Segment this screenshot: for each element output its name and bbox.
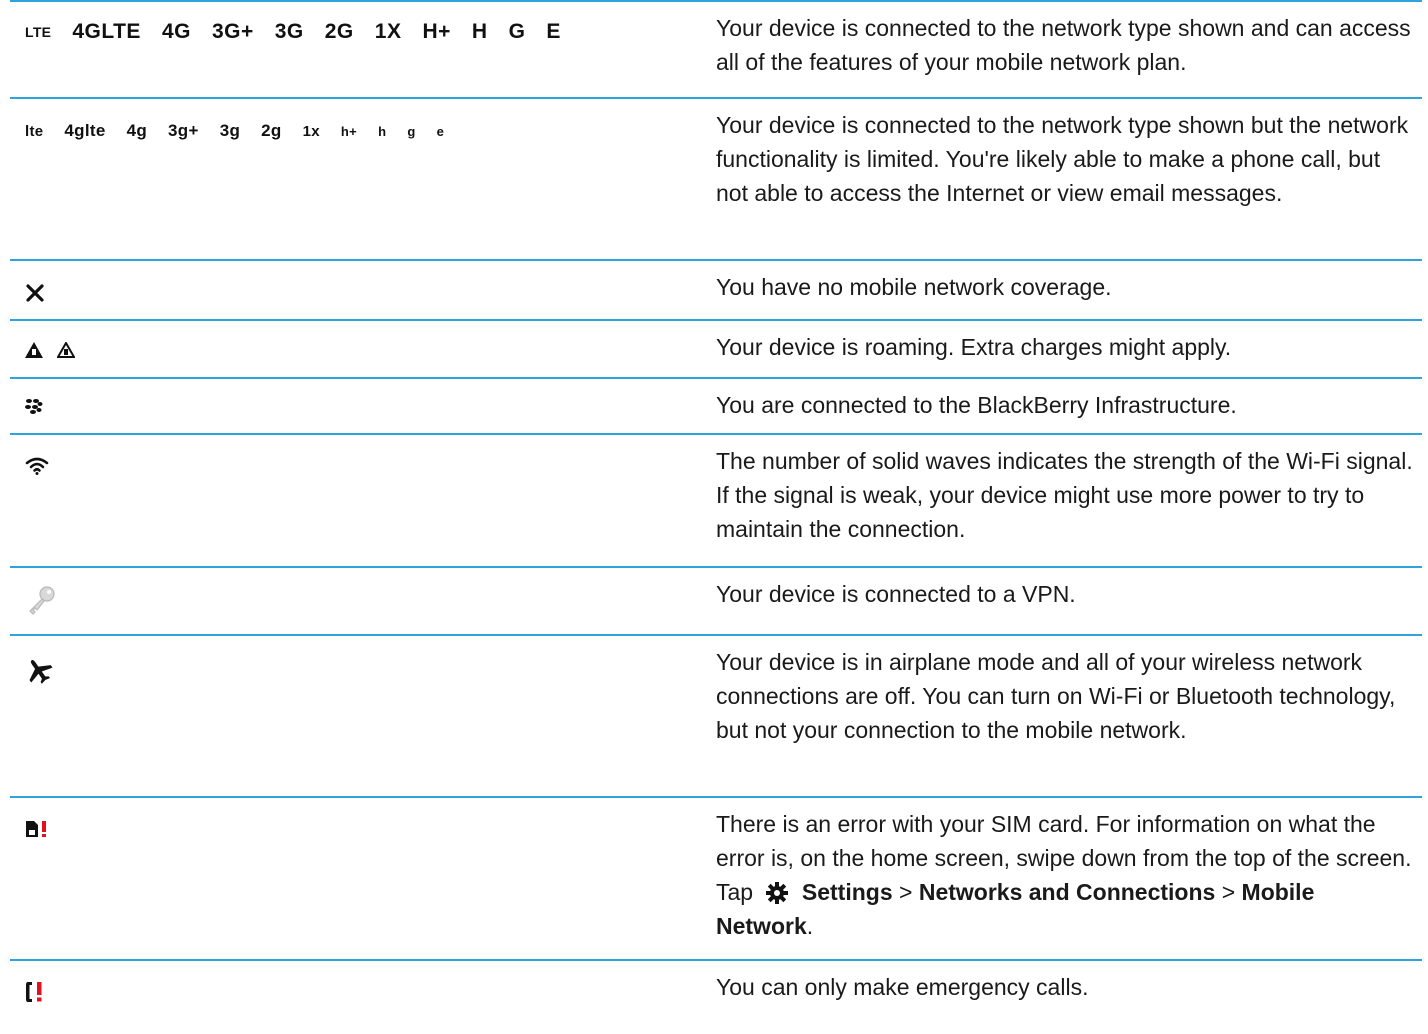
row-description: Your device is connected to a VPN. xyxy=(716,581,1076,607)
3g-plus-icon: 3G+ xyxy=(211,20,254,43)
icon-cell xyxy=(25,820,63,838)
4g-limited-icon: 4g xyxy=(126,121,148,140)
network-type-icons-full: LTE 4GLTE 4G 3G+ 3G 2G 1X H+ H G E xyxy=(25,20,582,44)
row-description: Your device is in airplane mode and all … xyxy=(716,649,1396,743)
h-limited-icon: h xyxy=(378,123,387,139)
row-description: There is an error with your SIM card. Fo… xyxy=(716,798,1416,953)
breadcrumb-separator: > xyxy=(1221,879,1236,905)
roaming-outline-triangle-icon xyxy=(57,342,75,358)
3g-icon: 3G xyxy=(274,20,304,43)
table-row: The number of solid waves indicates the … xyxy=(10,433,1422,566)
4glte-limited-icon: 4glte xyxy=(64,121,106,140)
wifi-icon xyxy=(25,457,49,475)
icon-cell xyxy=(25,283,59,303)
roaming-triangle-icon xyxy=(25,342,43,358)
e-icon: E xyxy=(546,20,561,43)
table-row: lte 4glte 4g 3g+ 3g 2g 1x h+ h g e Your … xyxy=(10,97,1422,259)
table-row: You can only make emergency calls. xyxy=(10,959,1422,1019)
icon-cell xyxy=(25,342,89,358)
row-description: Your device is roaming. Extra charges mi… xyxy=(716,334,1232,360)
table-row: Your device is in airplane mode and all … xyxy=(10,634,1422,796)
h-icon: H xyxy=(471,20,488,43)
table-row: LTE 4GLTE 4G 3G+ 3G 2G 1X H+ H G E Your … xyxy=(10,0,1422,97)
4glte-icon: 4GLTE xyxy=(72,20,141,43)
1x-limited-icon: 1x xyxy=(302,122,320,140)
vpn-key-icon xyxy=(29,586,55,615)
1x-icon: 1X xyxy=(374,20,402,43)
table-row: There is an error with your SIM card. Fo… xyxy=(10,796,1422,959)
3g-plus-limited-icon: 3g+ xyxy=(168,121,199,140)
breadcrumb-separator: > xyxy=(899,879,913,905)
2g-limited-icon: 2g xyxy=(261,121,282,140)
icon-cell xyxy=(25,658,67,684)
network-type-icons-limited: lte 4glte 4g 3g+ 3g 2g 1x h+ h g e xyxy=(25,121,465,141)
row-description: You are connected to the BlackBerry Infr… xyxy=(716,392,1237,418)
4g-icon: 4G xyxy=(161,20,191,43)
row-description: You have no mobile network coverage. xyxy=(716,274,1112,300)
icon-cell xyxy=(25,398,57,414)
table-row: Your device is connected to a VPN. xyxy=(10,566,1422,634)
airplane-icon xyxy=(29,660,53,684)
row-description: You can only make emergency calls. xyxy=(716,974,1089,1000)
3g-limited-icon: 3g xyxy=(219,121,241,140)
g-limited-icon: g xyxy=(407,123,416,139)
row-description: Your device is connected to the network … xyxy=(716,112,1409,206)
emergency-call-icon xyxy=(26,982,42,1002)
settings-label: Settings xyxy=(801,879,893,905)
settings-gear-icon xyxy=(766,882,789,904)
networks-and-connections-label: Networks and Connections xyxy=(918,879,1216,905)
h-plus-icon: H+ xyxy=(422,20,451,43)
no-coverage-x-icon xyxy=(26,284,44,302)
row-description: Your device is connected to the network … xyxy=(716,15,1411,75)
blackberry-logo-icon xyxy=(25,399,43,414)
table-row: Your device is roaming. Extra charges mi… xyxy=(10,319,1422,377)
h-plus-limited-icon: h+ xyxy=(340,123,358,139)
row-description: The number of solid waves indicates the … xyxy=(716,448,1413,542)
icon-cell xyxy=(25,457,63,475)
2g-icon: 2G xyxy=(324,20,354,43)
e-limited-icon: e xyxy=(436,123,445,139)
sentence-end: . xyxy=(806,913,814,939)
lte-icon: LTE xyxy=(25,24,52,40)
icon-cell xyxy=(25,981,63,1003)
sim-error-icon xyxy=(26,821,46,837)
table-row: You have no mobile network coverage. xyxy=(10,259,1422,319)
g-icon: G xyxy=(508,20,526,43)
network-icons-table: LTE 4GLTE 4G 3G+ 3G 2G 1X H+ H G E Your … xyxy=(10,0,1422,1019)
table-row: You are connected to the BlackBerry Infr… xyxy=(10,377,1422,433)
icon-cell xyxy=(25,584,71,616)
lte-limited-icon: lte xyxy=(25,122,44,140)
